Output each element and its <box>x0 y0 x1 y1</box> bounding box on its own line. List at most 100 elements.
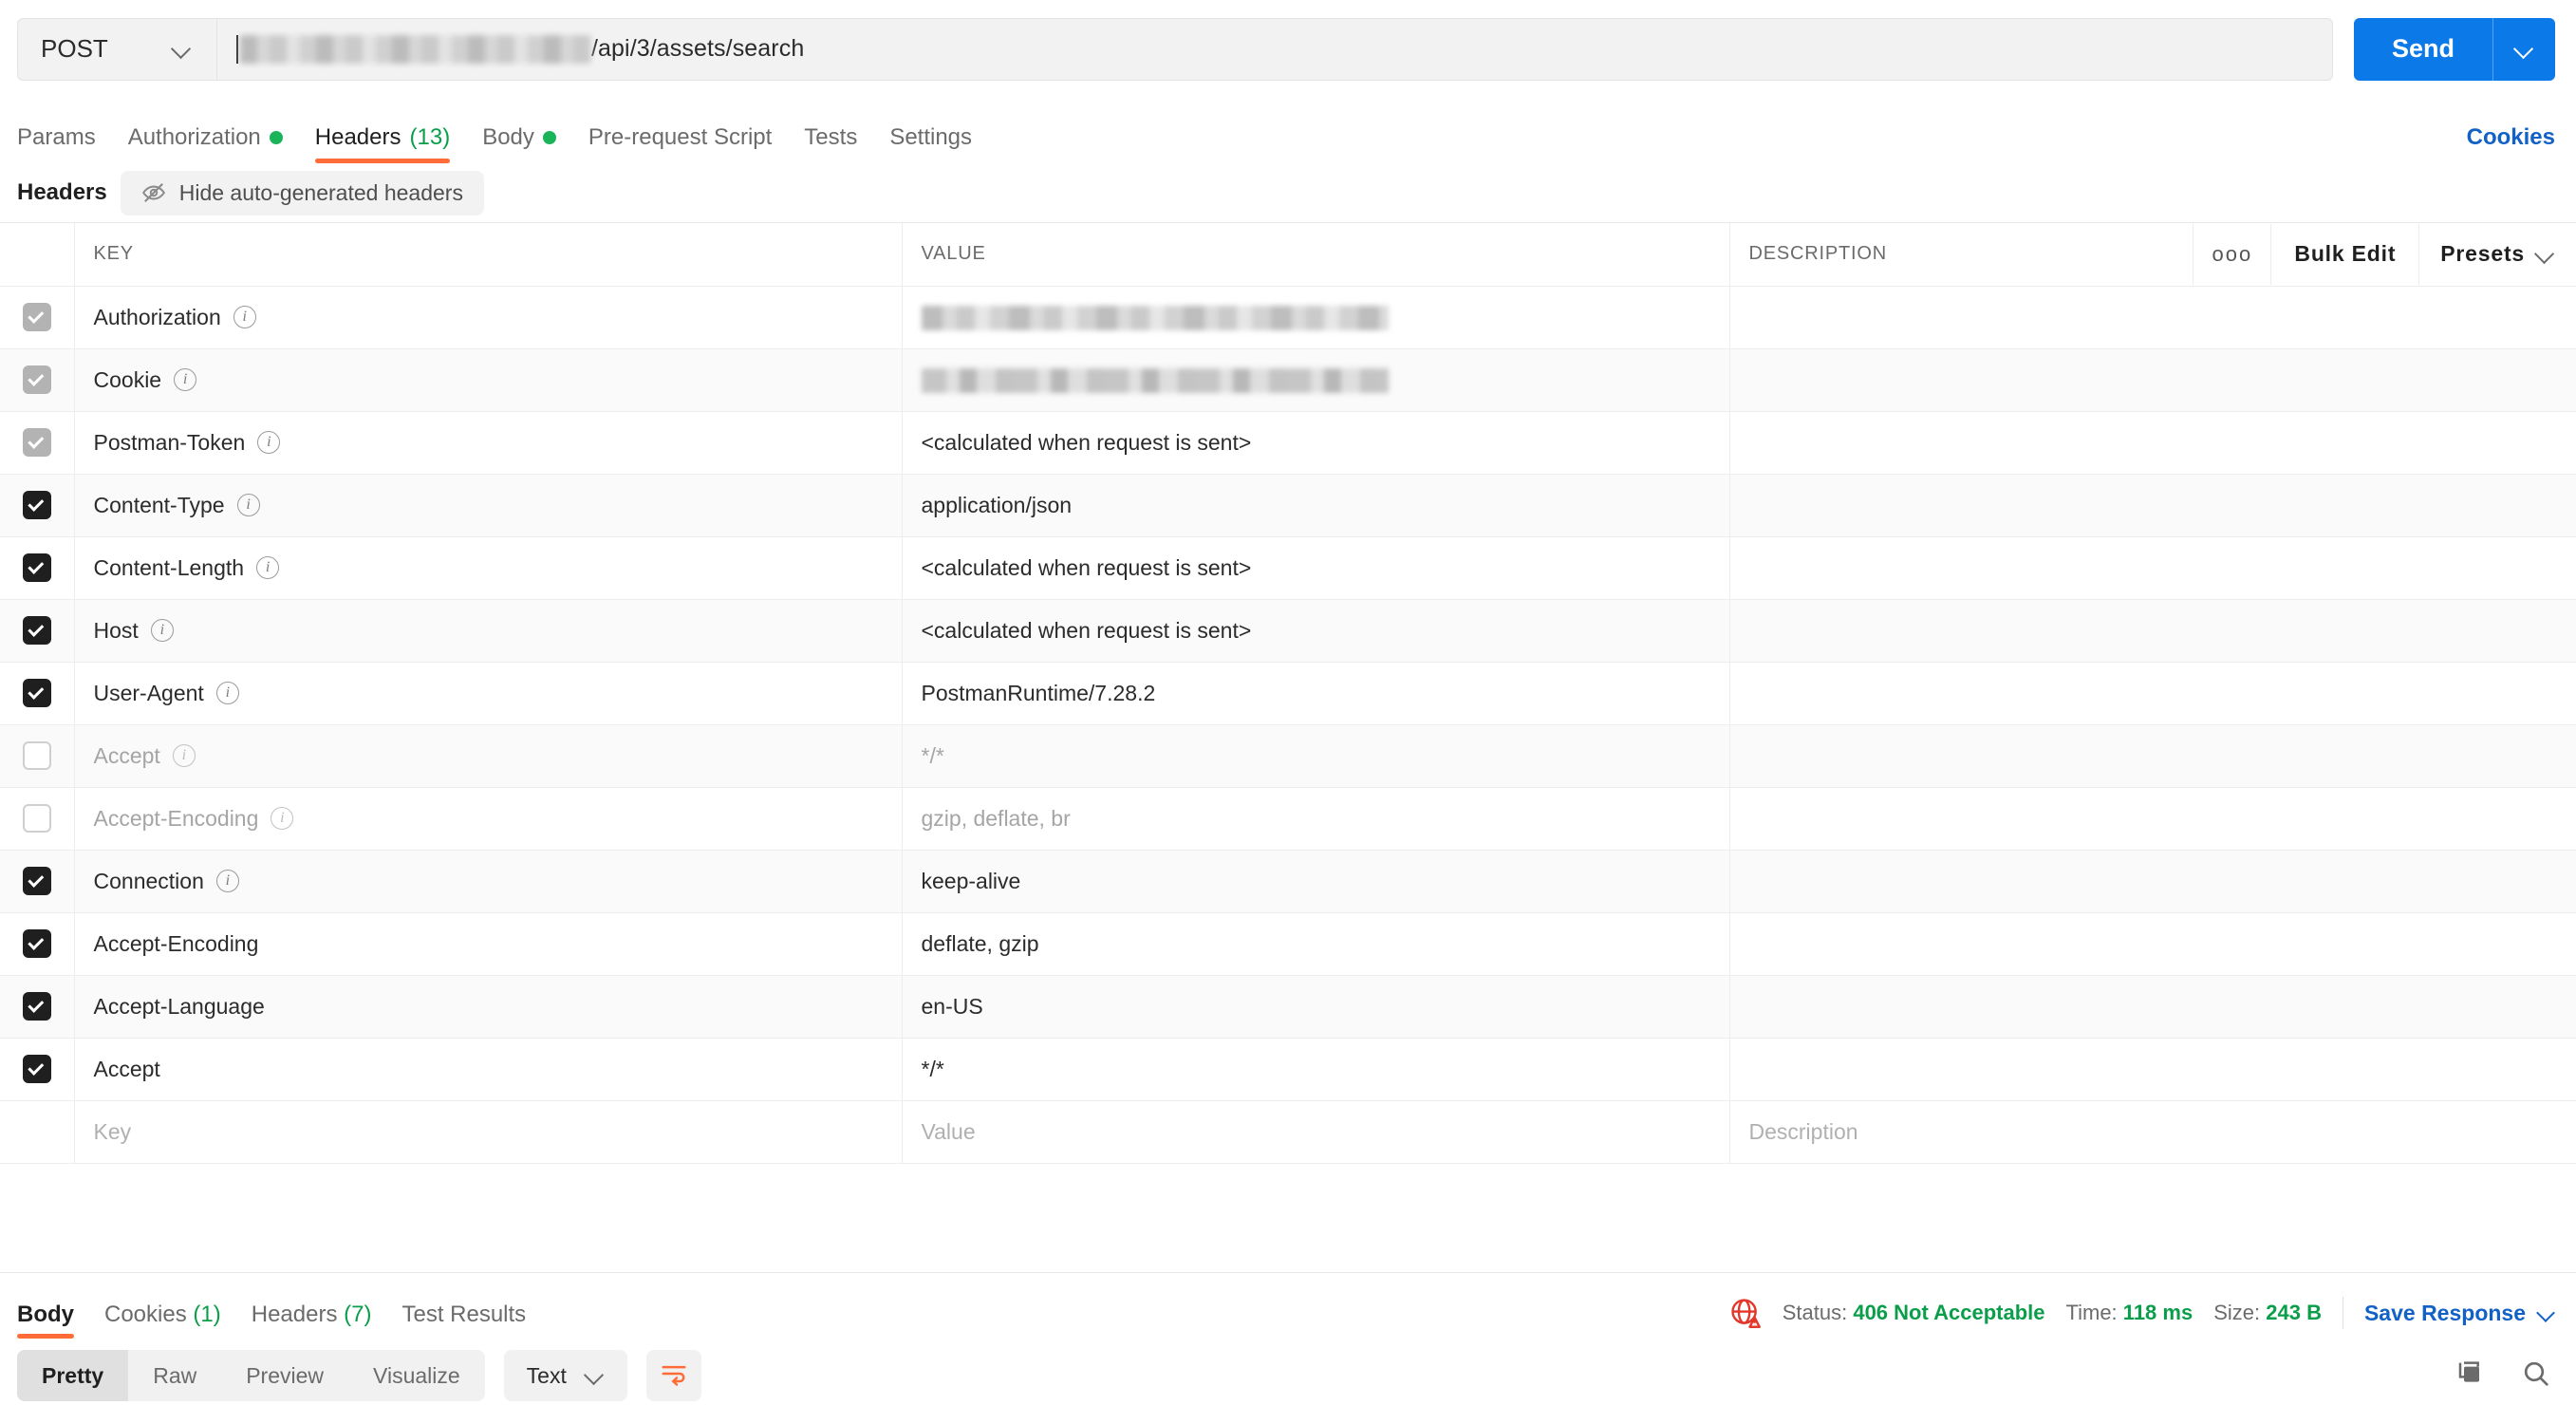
header-value-cell[interactable] <box>902 348 1730 412</box>
info-icon[interactable]: i <box>174 368 197 391</box>
header-key-cell[interactable]: Host i <box>74 599 903 663</box>
header-description-cell[interactable] <box>1729 850 2576 913</box>
header-key-cell[interactable]: Postman-Token i <box>74 411 903 475</box>
header-key-cell[interactable]: Authorization i <box>74 286 903 349</box>
cookies-link[interactable]: Cookies <box>2467 124 2555 163</box>
header-description-cell[interactable] <box>1729 975 2576 1039</box>
new-header-key-input[interactable]: Key <box>74 1100 903 1164</box>
row-enable-checkbox[interactable] <box>22 992 51 1021</box>
http-method-select[interactable]: POST <box>18 18 217 80</box>
header-description-cell[interactable] <box>1729 348 2576 412</box>
new-header-description-input[interactable]: Description <box>1729 1100 2576 1164</box>
word-wrap-button[interactable] <box>645 1350 701 1401</box>
url-input[interactable]: /api/3/assets/search <box>217 19 2332 80</box>
header-description-cell[interactable] <box>1729 599 2576 663</box>
header-value-cell[interactable]: gzip, deflate, br <box>902 787 1730 851</box>
view-mode-raw[interactable]: Raw <box>128 1350 221 1401</box>
table-row: Accept */* <box>0 1038 2576 1101</box>
header-description-cell[interactable] <box>1729 787 2576 851</box>
header-key-cell[interactable]: Connection i <box>74 850 903 913</box>
view-mode-preview[interactable]: Preview <box>221 1350 348 1401</box>
header-value-cell[interactable]: <calculated when request is sent> <box>902 411 1730 475</box>
header-key-cell[interactable]: Accept-Language <box>74 975 903 1039</box>
row-enable-checkbox[interactable] <box>22 553 51 582</box>
header-value-cell[interactable]: en-US <box>902 975 1730 1039</box>
presets-button[interactable]: Presets <box>2418 223 2576 285</box>
chevron-down-icon <box>2538 1304 2555 1321</box>
send-options-button[interactable] <box>2492 17 2555 81</box>
time-text: Time: 118 ms <box>2065 1301 2193 1325</box>
info-icon[interactable]: i <box>256 556 280 579</box>
tab-headers[interactable]: Headers (13) <box>299 124 466 163</box>
info-icon[interactable]: i <box>257 431 281 454</box>
header-description-cell[interactable] <box>1729 411 2576 475</box>
response-tab-body[interactable]: Body <box>17 1302 89 1339</box>
header-value-cell[interactable]: deflate, gzip <box>902 912 1730 976</box>
header-key-cell[interactable]: User-Agent i <box>74 662 903 725</box>
send-button[interactable]: Send <box>2354 18 2492 81</box>
tab-tests[interactable]: Tests <box>788 124 873 163</box>
bulk-edit-button[interactable]: Bulk Edit <box>2270 223 2418 285</box>
header-value-cell[interactable]: keep-alive <box>902 850 1730 913</box>
response-tab-test-results[interactable]: Test Results <box>386 1302 541 1339</box>
info-icon[interactable]: i <box>236 494 260 516</box>
header-value-cell[interactable] <box>902 286 1730 349</box>
chevron-down-icon <box>173 40 192 59</box>
header-value-cell[interactable]: */* <box>902 724 1730 788</box>
row-enable-checkbox[interactable] <box>22 365 51 394</box>
hide-auto-generated-headers-button[interactable]: Hide auto-generated headers <box>120 170 484 215</box>
header-description-cell[interactable] <box>1729 474 2576 537</box>
info-icon[interactable]: i <box>233 306 256 328</box>
header-description-cell[interactable] <box>1729 536 2576 600</box>
save-response-button[interactable]: Save Response <box>2364 1301 2555 1326</box>
header-key-cell[interactable]: Content-Length i <box>74 536 903 600</box>
header-key-cell[interactable]: Cookie i <box>74 348 903 412</box>
header-key-text: Accept-Encoding <box>93 930 259 956</box>
row-enable-checkbox[interactable] <box>22 491 51 519</box>
row-enable-checkbox[interactable] <box>22 867 51 895</box>
row-enable-checkbox[interactable] <box>22 616 51 645</box>
header-value-cell[interactable]: PostmanRuntime/7.28.2 <box>902 662 1730 725</box>
row-enable-checkbox[interactable] <box>22 929 51 958</box>
info-icon[interactable]: i <box>271 807 294 830</box>
header-description-cell[interactable] <box>1729 724 2576 788</box>
header-value-cell[interactable]: <calculated when request is sent> <box>902 599 1730 663</box>
header-description-cell[interactable] <box>1729 1038 2576 1101</box>
tab-params[interactable]: Params <box>17 124 112 163</box>
row-enable-checkbox[interactable] <box>22 1055 51 1083</box>
header-key-cell[interactable]: Accept <box>74 1038 903 1101</box>
info-icon[interactable]: i <box>215 870 239 892</box>
header-key-cell[interactable]: Accept-Encoding i <box>74 787 903 851</box>
response-tab-headers[interactable]: Headers (7) <box>236 1302 387 1339</box>
header-key-cell[interactable]: Accept i <box>74 724 903 788</box>
tab-authorization[interactable]: Authorization <box>112 124 299 163</box>
tab-settings[interactable]: Settings <box>873 124 988 163</box>
header-key-cell[interactable]: Content-Type i <box>74 474 903 537</box>
response-tab-cookies[interactable]: Cookies (1) <box>89 1302 236 1339</box>
tab-body[interactable]: Body <box>466 124 572 163</box>
header-key-cell[interactable]: Accept-Encoding <box>74 912 903 976</box>
header-description-cell[interactable] <box>1729 286 2576 349</box>
view-mode-pretty[interactable]: Pretty <box>17 1350 129 1401</box>
info-icon[interactable]: i <box>150 619 174 642</box>
row-enable-checkbox[interactable] <box>22 428 51 457</box>
header-value-cell[interactable]: */* <box>902 1038 1730 1101</box>
row-enable-checkbox[interactable] <box>22 741 51 770</box>
new-header-value-input[interactable]: Value <box>902 1100 1730 1164</box>
info-icon[interactable]: i <box>215 682 239 704</box>
row-enable-checkbox[interactable] <box>22 679 51 707</box>
copy-button[interactable] <box>2451 1357 2489 1395</box>
row-enable-checkbox[interactable] <box>22 303 51 331</box>
view-mode-visualize[interactable]: Visualize <box>348 1350 485 1401</box>
size-text: Size: 243 B <box>2213 1301 2322 1325</box>
tab-pre-request-script[interactable]: Pre-request Script <box>572 124 788 163</box>
info-icon[interactable]: i <box>172 744 196 767</box>
row-enable-checkbox[interactable] <box>22 804 51 833</box>
search-button[interactable] <box>2517 1357 2555 1395</box>
header-description-cell[interactable] <box>1729 912 2576 976</box>
header-value-cell[interactable]: application/json <box>902 474 1730 537</box>
header-description-cell[interactable] <box>1729 662 2576 725</box>
headers-more-actions-button[interactable]: ooo <box>2193 223 2270 285</box>
header-value-cell[interactable]: <calculated when request is sent> <box>902 536 1730 600</box>
response-format-select[interactable]: Text <box>503 1350 627 1401</box>
